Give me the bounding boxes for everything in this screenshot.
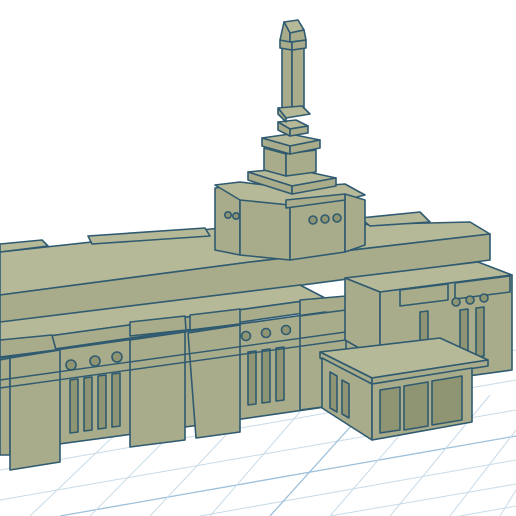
left-pier-2 [129, 331, 186, 448]
spire-right [291, 47, 305, 113]
left-pier-1 [9, 349, 61, 471]
spire-left [281, 47, 293, 113]
design-viewport[interactable] [0, 0, 516, 516]
left-pier-3 [187, 324, 241, 439]
workplane-scene[interactable] [0, 0, 516, 516]
temple-model[interactable] [0, 19, 513, 471]
